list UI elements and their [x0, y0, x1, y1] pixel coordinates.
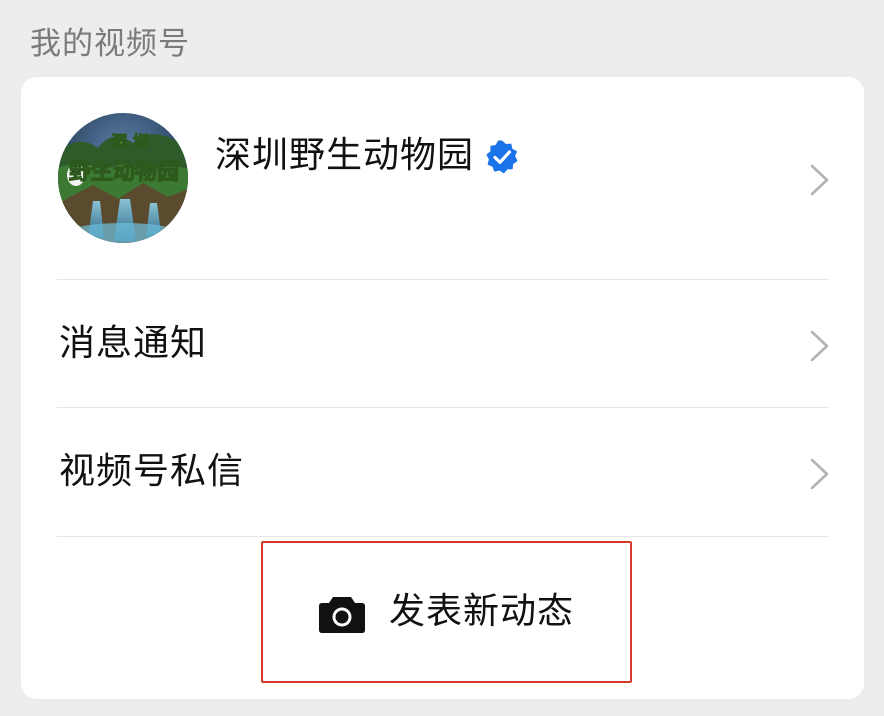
divider	[57, 536, 829, 537]
menu-item-notifications[interactable]: 消息通知	[21, 280, 864, 408]
menu-item-label: 消息通知	[59, 323, 208, 364]
chevron-right-icon	[810, 458, 829, 490]
svg-text:深 圳: 深 圳	[111, 132, 149, 151]
video-account-card: 深 圳 野生动物园 深圳野生动物园 消息通知 视频号私信 发表新动态	[21, 77, 864, 699]
menu-item-private-messages[interactable]: 视频号私信	[21, 408, 864, 536]
camera-icon	[319, 597, 365, 633]
profile-name: 深圳野生动物园	[215, 135, 475, 176]
video-account-page: 我的视频号 深 圳 野生动物园 深圳野生动物园 消息通知 视频号私信 发表新动态	[0, 0, 884, 716]
avatar: 深 圳 野生动物园	[58, 113, 188, 243]
post-new-moment-button[interactable]: 发表新动态	[318, 587, 588, 637]
verified-badge-icon	[486, 140, 518, 174]
post-highlight-box: 发表新动态	[261, 541, 632, 683]
menu-item-label: 视频号私信	[59, 451, 245, 492]
section-title: 我的视频号	[30, 26, 190, 62]
profile-subtitle	[217, 189, 317, 211]
avatar-image: 深 圳 野生动物园	[58, 113, 188, 243]
chevron-right-icon	[810, 330, 829, 362]
svg-text:野生动物园: 野生动物园	[69, 159, 179, 185]
chevron-right-icon	[810, 164, 829, 196]
post-new-moment-label: 发表新动态	[389, 591, 575, 632]
profile-row[interactable]: 深 圳 野生动物园 深圳野生动物园	[21, 77, 864, 279]
